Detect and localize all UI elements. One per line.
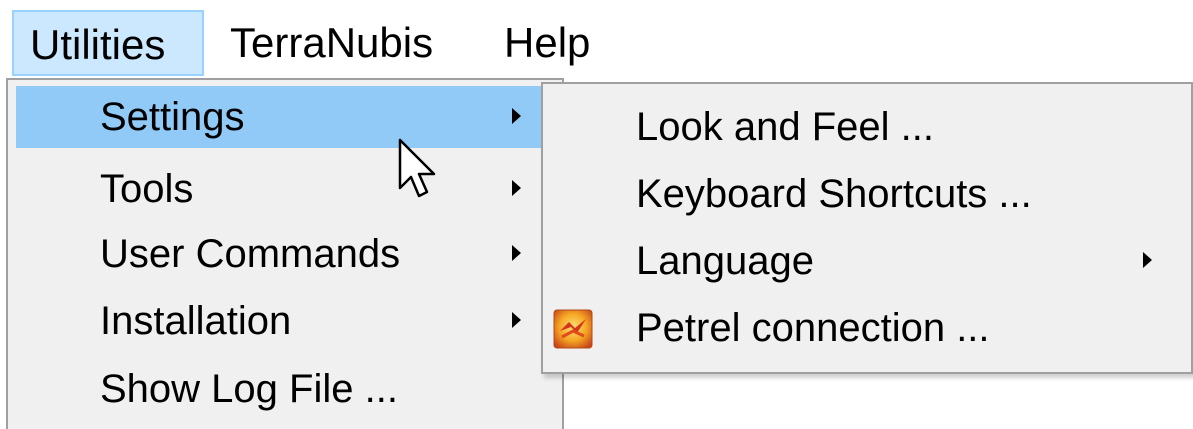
submenu-arrow-icon [512, 245, 521, 261]
menu-item-user-commands[interactable]: User Commands [16, 223, 546, 285]
menu-item-label: Installation [100, 299, 292, 343]
menu-help[interactable]: Help [488, 10, 608, 76]
menu-utilities[interactable]: Utilities [12, 10, 204, 76]
submenu-item-petrel-connection[interactable]: Petrel connection ... [543, 297, 1183, 359]
application-window: Utilities TerraNubis Help Settings Tools… [0, 0, 1193, 429]
menu-item-show-log-file[interactable]: Show Log File ... [16, 358, 546, 420]
submenu-item-label: Language [636, 239, 814, 283]
submenu-arrow-icon [512, 180, 521, 196]
submenu-item-language[interactable]: Language [543, 230, 1183, 292]
menu-item-label: User Commands [100, 232, 401, 276]
menu-terranubis[interactable]: TerraNubis [214, 10, 474, 76]
menu-bar: Utilities TerraNubis Help [0, 0, 1193, 82]
submenu-arrow-icon [512, 108, 521, 124]
settings-submenu: Look and Feel ... Keyboard Shortcuts ...… [541, 82, 1193, 374]
menu-item-label: Show Log File ... [100, 367, 398, 411]
submenu-item-label: Keyboard Shortcuts ... [636, 172, 1032, 216]
submenu-item-look-and-feel[interactable]: Look and Feel ... [543, 96, 1183, 158]
submenu-arrow-icon [1143, 252, 1152, 268]
submenu-arrow-icon [512, 312, 521, 328]
menu-item-settings[interactable]: Settings [16, 86, 546, 148]
menu-item-label: Tools [100, 167, 194, 211]
utilities-dropdown: Settings Tools User Commands Installatio… [6, 78, 564, 429]
mouse-cursor-icon [398, 138, 436, 198]
submenu-item-keyboard-shortcuts[interactable]: Keyboard Shortcuts ... [543, 163, 1183, 225]
submenu-item-label: Petrel connection ... [636, 306, 990, 350]
menu-item-installation[interactable]: Installation [16, 290, 546, 352]
submenu-item-label: Look and Feel ... [636, 105, 934, 149]
menu-item-label: Settings [100, 95, 245, 139]
petrel-icon [553, 309, 593, 349]
menu-item-tools[interactable]: Tools [16, 158, 546, 220]
